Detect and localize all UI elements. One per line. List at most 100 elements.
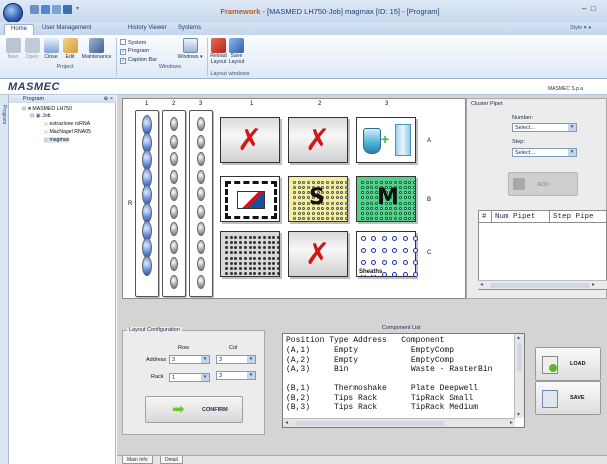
tube-icon[interactable]: [170, 117, 178, 131]
component-list-row[interactable]: [286, 375, 401, 384]
scroll-left-icon[interactable]: ◂: [285, 419, 288, 426]
component-list-row[interactable]: (A,3) Bin Waste - RasterBin: [286, 365, 492, 374]
tube-icon[interactable]: [170, 204, 178, 219]
tube-strip-1[interactable]: [135, 110, 159, 297]
tube-icon[interactable]: [142, 255, 152, 276]
address-col-select[interactable]: 3 ▾: [216, 355, 256, 364]
address-row-select[interactable]: 3 ▾: [169, 355, 210, 364]
deck-cell-c3-sheaths[interactable]: Sheaths: [356, 231, 418, 277]
scrollbar-thumb[interactable]: [490, 283, 590, 288]
tree-node-program[interactable]: ◇ MacNagel RNA05: [44, 129, 91, 135]
deck-cell-c1-deepwell[interactable]: [220, 231, 280, 277]
tube-icon[interactable]: [197, 187, 205, 201]
component-list-row[interactable]: (B,3) Tips Rack TipRack Medium: [286, 403, 478, 412]
tube-icon[interactable]: [197, 134, 205, 149]
step-select[interactable]: Select... ▾: [512, 148, 577, 157]
chevron-down-icon[interactable]: ▾: [568, 124, 576, 131]
tube-icon[interactable]: [170, 134, 178, 149]
chevron-down-icon[interactable]: ▾: [568, 149, 576, 156]
style-menu[interactable]: Style ▾ ●: [570, 25, 591, 31]
tube-icon[interactable]: [170, 239, 178, 254]
scroll-right-icon[interactable]: ▸: [510, 419, 513, 426]
tree-node-job[interactable]: ⊟ ▣ Job: [30, 113, 51, 119]
tube-icon[interactable]: [170, 274, 178, 289]
tree-node-program-selected[interactable]: ◇ magmax: [44, 137, 70, 143]
rack-row-select[interactable]: 1 ▾: [169, 373, 210, 382]
edit-button[interactable]: Edit: [61, 38, 79, 60]
collapse-icon[interactable]: ⊟: [22, 106, 26, 112]
tube-icon[interactable]: [197, 222, 205, 236]
tube-icon[interactable]: [170, 187, 178, 201]
deck-cell-a2-empty[interactable]: ✗: [288, 117, 348, 163]
chevron-down-icon[interactable]: ▾: [247, 372, 255, 379]
pipet-table-scrollbar[interactable]: ◂ ▸: [478, 280, 607, 289]
scroll-left-icon[interactable]: ◂: [480, 281, 483, 288]
load-button[interactable]: LOAD: [535, 347, 601, 381]
open-button[interactable]: Open: [23, 38, 41, 60]
tube-strip-3[interactable]: [189, 110, 213, 297]
number-select[interactable]: Select... ▾: [512, 123, 577, 132]
undo-quick-icon[interactable]: [41, 5, 50, 14]
layout-quick-icon[interactable]: [63, 5, 72, 14]
tab-detail[interactable]: Detail: [160, 456, 183, 464]
tube-icon[interactable]: [170, 222, 178, 236]
component-list-row[interactable]: (B,2) Tips Rack TipRack Small: [286, 394, 473, 403]
confirm-button[interactable]: ➡ CONFIRM: [145, 396, 243, 423]
program-checkbox[interactable]: ✓ Program: [120, 48, 149, 55]
reload-layout-button[interactable]: Reload Layout: [210, 38, 227, 65]
deck-cell-a3-bin[interactable]: +: [356, 117, 416, 163]
tree-node-program[interactable]: ◇ estrazione rsRNA: [44, 121, 90, 127]
tree-node-machine[interactable]: ⊟ ■ MASMED LH750: [22, 106, 72, 112]
scroll-down-icon[interactable]: ▾: [517, 411, 520, 418]
tube-icon[interactable]: [197, 257, 205, 271]
scroll-right-icon[interactable]: ▸: [592, 281, 595, 288]
rack-col-select[interactable]: 3 ▾: [216, 371, 256, 380]
help-icon[interactable]: ●: [588, 25, 591, 31]
component-list-row[interactable]: (B,1) Thermoshake Plate Deepwell: [286, 384, 478, 393]
scrollbar-thumb[interactable]: [295, 421, 445, 426]
tab-systems[interactable]: Systems: [172, 24, 207, 35]
print-quick-icon[interactable]: [52, 5, 61, 14]
collapse-icon[interactable]: ⊟: [30, 113, 34, 119]
tube-icon[interactable]: [197, 117, 205, 131]
panel-pin-close-icon[interactable]: ⊕ ×: [104, 95, 113, 103]
save-button[interactable]: SAVE: [535, 381, 601, 415]
close-button[interactable]: Close: [42, 38, 60, 60]
pipet-table[interactable]: # Num Pipet Step Pipe: [478, 210, 607, 290]
tube-icon[interactable]: [197, 169, 205, 184]
tab-main-info[interactable]: Main Info: [122, 456, 153, 464]
component-list-row[interactable]: (A,2) Empty EmptyComp: [286, 356, 454, 365]
caption-bar-checkbox[interactable]: ✓ Caption Bar: [120, 57, 157, 64]
tab-home[interactable]: Home: [4, 24, 35, 35]
add-button[interactable]: ADD: [508, 172, 578, 196]
maintenance-button[interactable]: Maintenance: [80, 38, 113, 60]
component-list-table[interactable]: Position Type Address Component (A,1) Em…: [282, 333, 525, 428]
component-list-hscrollbar[interactable]: ◂ ▸: [283, 418, 515, 427]
scroll-up-icon[interactable]: ▴: [517, 334, 520, 341]
chevron-down-icon[interactable]: ▾: [247, 356, 255, 363]
chevron-down-icon[interactable]: ▾: [201, 374, 209, 381]
application-menu-orb[interactable]: [3, 3, 23, 23]
deck-cell-a1-empty[interactable]: ✗: [220, 117, 280, 163]
system-checkbox[interactable]: System: [120, 39, 146, 46]
tube-strip-2[interactable]: [162, 110, 186, 297]
tube-icon[interactable]: [197, 204, 205, 219]
program-side-tab[interactable]: Program: [0, 95, 9, 464]
deck-cell-b2-tips-small[interactable]: S: [288, 176, 348, 222]
tube-icon[interactable]: [170, 257, 178, 271]
tab-user-management[interactable]: User Management: [36, 24, 97, 35]
tube-icon[interactable]: [170, 169, 178, 184]
tube-icon[interactable]: [197, 152, 205, 166]
quick-access-dropdown-icon[interactable]: ▾: [76, 5, 79, 12]
tab-history-viewer[interactable]: History Viewer: [122, 24, 173, 35]
window-controls[interactable]: – □: [582, 4, 596, 13]
deck-cell-c2-empty[interactable]: ✗: [288, 231, 348, 277]
scrollbar-thumb[interactable]: [517, 343, 522, 371]
chevron-down-icon[interactable]: ▾: [201, 356, 209, 363]
windows-button[interactable]: Windows ▾: [176, 38, 204, 60]
tube-icon[interactable]: [197, 274, 205, 289]
deck-cell-b3-tips-medium[interactable]: M: [356, 176, 416, 222]
tube-icon[interactable]: [170, 152, 178, 166]
new-button[interactable]: New: [4, 38, 22, 60]
deck-cell-b1-thermoshake[interactable]: [220, 176, 280, 222]
